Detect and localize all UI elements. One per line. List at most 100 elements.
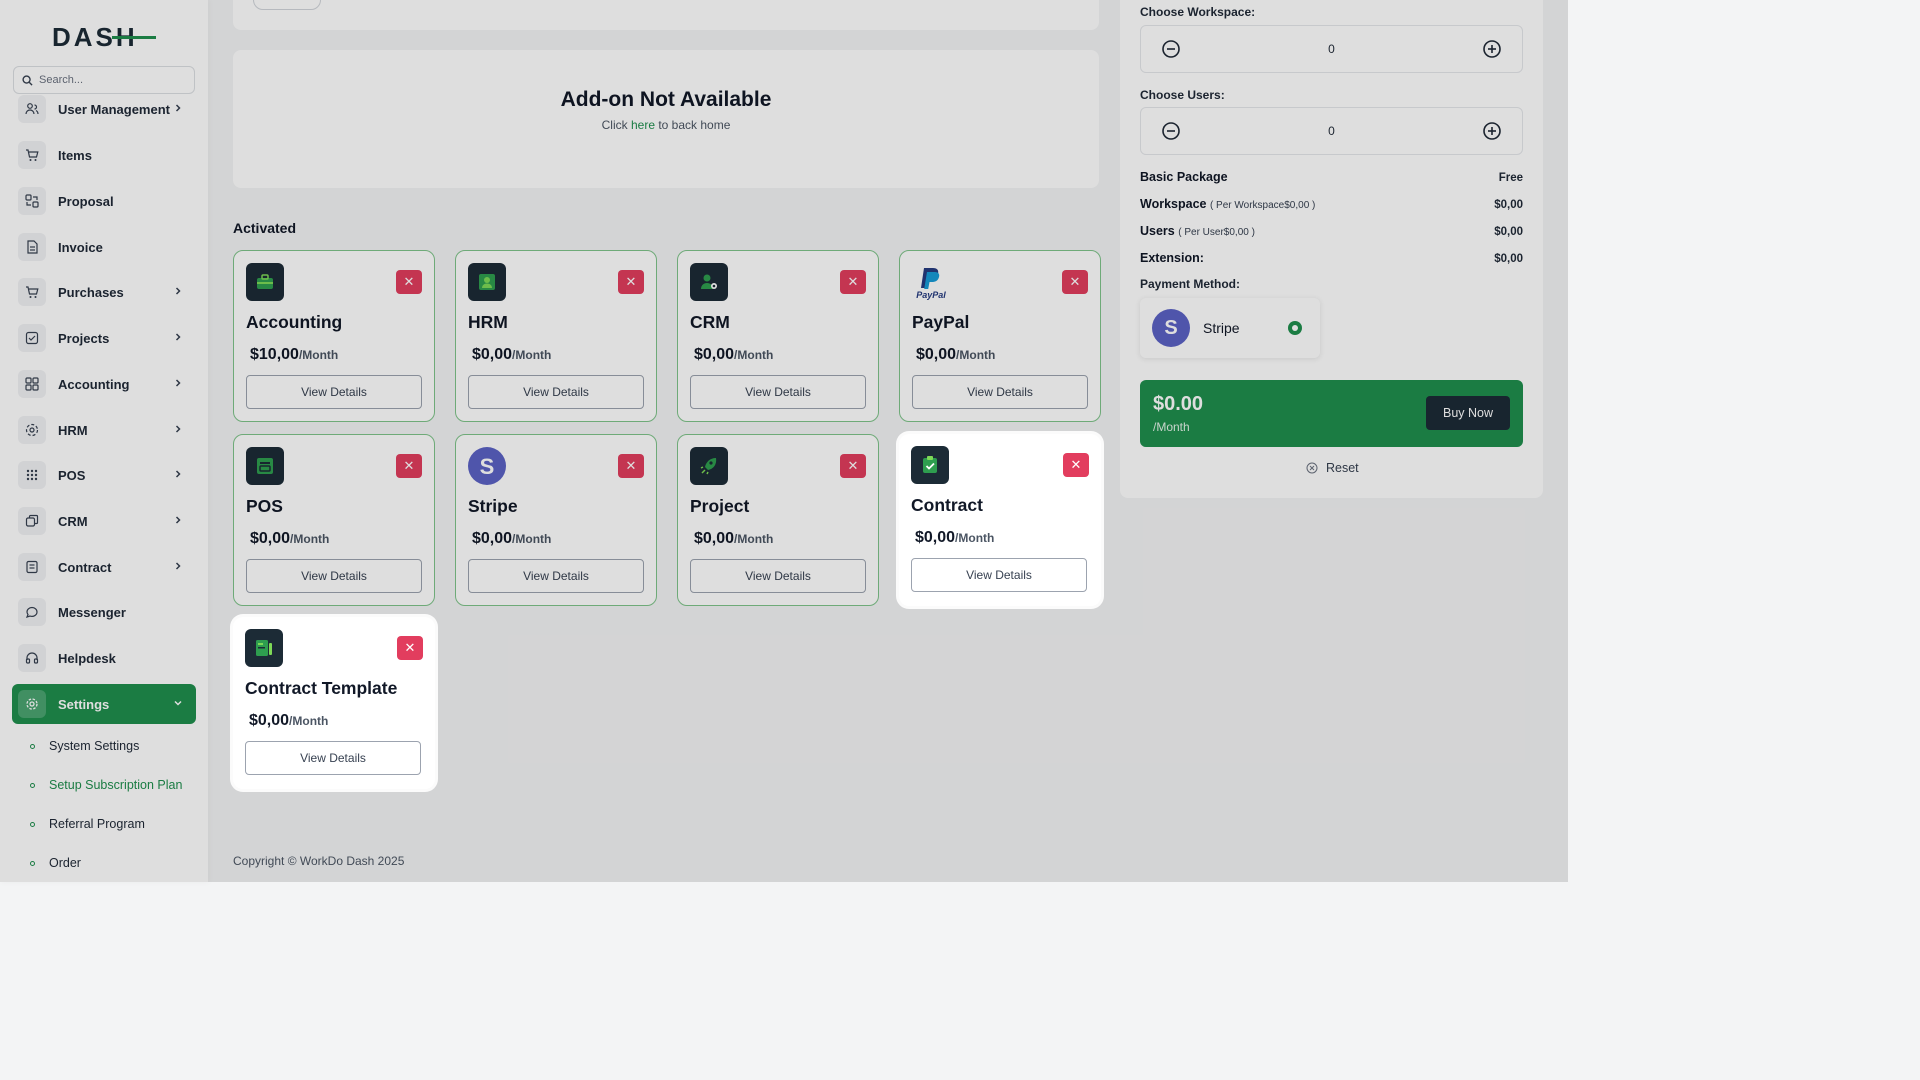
minus-circle-icon[interactable] [1161,39,1181,59]
addon-price-period: /Month [734,348,774,362]
sidebar-item-purchases[interactable]: Purchases [12,272,196,312]
sidebar-item-contract[interactable]: Contract [12,547,196,587]
back-home-prefix: Click [601,118,631,132]
sidebar-item-messenger[interactable]: Messenger [12,592,196,632]
sidebar-item-label: POS [58,467,86,483]
addon-price: $0,00/Month [249,712,328,730]
plus-circle-icon[interactable] [1482,39,1502,59]
sidebar-item-label: HRM [58,422,88,438]
submenu-item-label: Referral Program [49,817,145,831]
sidebar-item-settings[interactable]: Settings [12,684,196,724]
view-details-button[interactable]: View Details [246,375,422,409]
addon-not-available-card: Add-on Not Available Click here to back … [233,50,1099,188]
remove-addon-button[interactable]: ✕ [840,270,866,294]
workspace-stepper[interactable]: 0 [1140,25,1523,73]
activated-heading: Activated [233,220,297,236]
remove-addon-button[interactable]: ✕ [1063,453,1089,477]
view-details-button[interactable]: View Details [245,741,421,775]
search-input[interactable] [39,74,179,86]
close-circle-icon [1306,462,1318,474]
users-stepper[interactable]: 0 [1140,107,1523,155]
back-home-link[interactable]: here [631,118,655,132]
total-amount: $0.00 [1153,393,1204,415]
addon-price-value: $0,00 [472,346,513,363]
addon-name: Contract [911,495,983,515]
sidebar-item-pos[interactable]: POS [12,455,196,495]
sidebar-item-helpdesk[interactable]: Helpdesk [12,638,196,678]
sidebar-item-label: Messenger [58,604,126,620]
summary-row-users: Users ( Per User$0,00 ) $0,00 [1140,224,1523,238]
view-details-button[interactable]: View Details [912,375,1088,409]
pos-icon [246,447,284,485]
view-details-button[interactable]: View Details [690,375,866,409]
plan-summary-panel: Choose Workspace: 0 Choose Users: 0 Basi… [1120,0,1543,498]
users-count[interactable]: 0 [1328,124,1335,138]
sidebar-item-user-management[interactable]: User Management [12,89,196,129]
view-details-button[interactable]: View Details [468,559,644,593]
addon-price-value: $0,00 [472,530,513,547]
remove-addon-button[interactable]: ✕ [618,270,644,294]
view-details-button[interactable]: View Details [246,559,422,593]
submenu-item-label: Order [49,856,81,870]
remove-addon-button[interactable]: ✕ [396,270,422,294]
sidebar-item-projects[interactable]: Projects [12,318,196,358]
addon-name: CRM [690,312,730,332]
remove-addon-button[interactable]: ✕ [840,454,866,478]
proposal-icon [18,187,46,215]
sidebar-item-label: Items [58,147,92,163]
addon-price: $0,00/Month [916,346,995,364]
reset-button[interactable]: Reset [1306,461,1359,475]
summary-key: Extension: [1140,251,1204,265]
hrm-icon [18,416,46,444]
gear-icon [18,690,46,718]
sidebar-item-label: Settings [58,696,110,712]
summary-key: Basic Package [1140,170,1228,184]
summary-value: $0,00 [1494,226,1523,238]
chevron-down-icon [170,697,186,711]
summary-key-note: ( Per Workspace$0,00 ) [1209,200,1316,211]
summary-row-workspace: Workspace ( Per Workspace$0,00 ) $0,00 [1140,197,1523,211]
addon-price: $0,00/Month [694,346,773,364]
sidebar-item-accounting[interactable]: Accounting [12,364,196,404]
contract-template-icon [245,629,283,667]
contract-icon [18,553,46,581]
top-pill-button[interactable] [253,0,321,10]
remove-addon-button[interactable]: ✕ [1062,270,1088,294]
plus-circle-icon[interactable] [1482,121,1502,141]
sidebar-item-items[interactable]: Items [12,135,196,175]
addon-name: Stripe [468,496,518,516]
sidebar-item-hrm[interactable]: HRM [12,410,196,450]
submenu-item-system-settings[interactable]: System Settings [30,736,139,756]
remove-addon-button[interactable]: ✕ [396,454,422,478]
total-period: /Month [1153,420,1190,434]
chevron-right-icon [170,514,186,528]
summary-key-label: Extension: [1140,251,1204,265]
payment-option-stripe[interactable]: S Stripe [1140,298,1320,358]
view-details-button[interactable]: View Details [690,559,866,593]
project-icon [690,447,728,485]
sidebar-item-crm[interactable]: CRM [12,501,196,541]
crm-icon [690,263,728,301]
submenu-item-order[interactable]: Order [30,853,81,873]
addon-name: POS [246,496,283,516]
addon-price-period: /Month [298,348,339,362]
addon-name: Accounting [246,312,343,332]
submenu-item-referral-program[interactable]: Referral Program [30,814,145,834]
payment-radio[interactable] [1288,321,1302,335]
sidebar-item-proposal[interactable]: Proposal [12,181,196,221]
dash-logo[interactable]: DASH [52,20,156,52]
submenu-item-setup-subscription-plan[interactable]: Setup Subscription Plan [30,775,182,795]
summary-value: $0,00 [1494,199,1523,211]
view-details-button[interactable]: View Details [468,375,644,409]
minus-circle-icon[interactable] [1161,121,1181,141]
sidebar-item-invoice[interactable]: Invoice [12,227,196,267]
addon-name: HRM [468,312,508,332]
buy-now-button[interactable]: Buy Now [1426,396,1510,430]
remove-addon-button[interactable]: ✕ [618,454,644,478]
addon-price-value: $0,00 [694,530,735,547]
remove-addon-button[interactable]: ✕ [397,636,423,660]
cart-icon [18,141,46,169]
view-details-button[interactable]: View Details [911,558,1087,592]
workspace-count[interactable]: 0 [1328,42,1335,56]
addon-card-project: ✕ Project $0,00/Month View Details [677,434,879,606]
